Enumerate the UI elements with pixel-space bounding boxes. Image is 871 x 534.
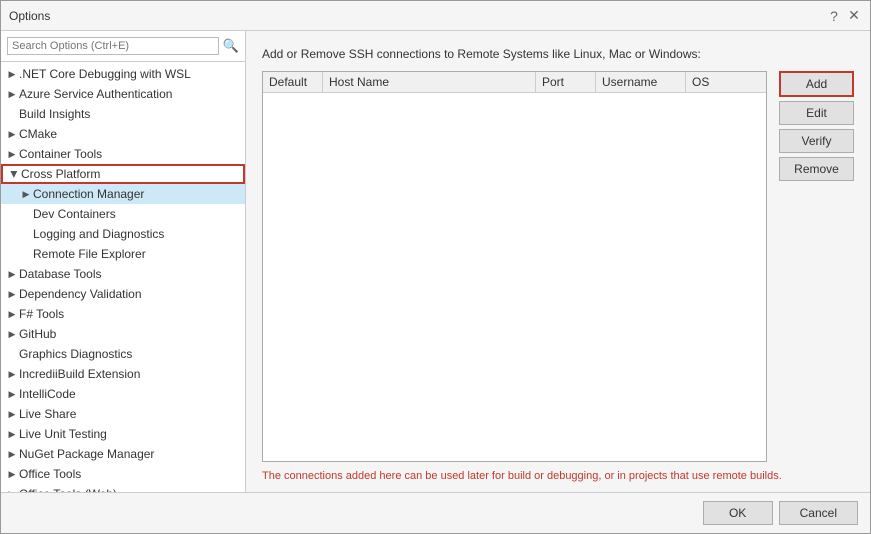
help-button[interactable]: ? xyxy=(826,8,842,24)
left-panel: 🔍 ▶ .NET Core Debugging with WSL ▶ Azure… xyxy=(1,31,246,492)
tree-item-label: Connection Manager xyxy=(33,187,144,201)
tree-item-fsharp[interactable]: ▶ F# Tools xyxy=(1,304,245,324)
chevron-icon: ▶ xyxy=(5,369,19,380)
chevron-icon: ▶ xyxy=(5,409,19,420)
right-panel: Add or Remove SSH connections to Remote … xyxy=(246,31,870,492)
content-area: Default Host Name Port Username OS Add E… xyxy=(262,71,854,462)
tree-item-remote-file[interactable]: ▶ Remote File Explorer xyxy=(1,244,245,264)
options-dialog: Options ? ✕ 🔍 ▶ .NET Core Debugging with… xyxy=(0,0,871,534)
chevron-icon: ▶ xyxy=(5,289,19,300)
title-bar: Options ? ✕ xyxy=(1,1,870,31)
tree-item-live-share[interactable]: ▶ Live Share xyxy=(1,404,245,424)
tree-item-label: Logging and Diagnostics xyxy=(33,227,164,241)
tree-item-label: IntelliCode xyxy=(19,387,76,401)
chevron-icon: ▶ xyxy=(5,449,19,460)
tree-item-label: Graphics Diagnostics xyxy=(19,347,132,361)
tree-item-label: CMake xyxy=(19,127,57,141)
chevron-icon: ▶ xyxy=(5,89,19,100)
chevron-icon: ▶ xyxy=(5,149,19,160)
chevron-icon: ▶ xyxy=(9,167,20,181)
col-os: OS xyxy=(686,72,766,92)
tree-item-logging[interactable]: ▶ Logging and Diagnostics xyxy=(1,224,245,244)
title-bar-buttons: ? ✕ xyxy=(826,8,862,24)
tree-item-database-tools[interactable]: ▶ Database Tools xyxy=(1,264,245,284)
tree-item-cmake[interactable]: ▶ CMake xyxy=(1,124,245,144)
tree-item-label: NuGet Package Manager xyxy=(19,447,154,461)
tree-item-label: Dev Containers xyxy=(33,207,116,221)
chevron-icon: ▶ xyxy=(5,69,19,80)
search-input[interactable] xyxy=(7,37,219,55)
tree-item-container-tools[interactable]: ▶ Container Tools xyxy=(1,144,245,164)
tree-item-build-insights[interactable]: ▶ Build Insights xyxy=(1,104,245,124)
ok-button[interactable]: OK xyxy=(703,501,773,525)
chevron-icon: ▶ xyxy=(5,429,19,440)
close-button[interactable]: ✕ xyxy=(846,8,862,24)
col-port: Port xyxy=(536,72,596,92)
tree-item-office-tools[interactable]: ▶ Office Tools xyxy=(1,464,245,484)
connections-table: Default Host Name Port Username OS xyxy=(262,71,767,462)
tree-item-label: Container Tools xyxy=(19,147,102,161)
tree-item-label: Database Tools xyxy=(19,267,102,281)
tree-item-label: GitHub xyxy=(19,327,56,341)
tree-item-office-tools-web[interactable]: ▶ Office Tools (Web) xyxy=(1,484,245,492)
tree-item-label: IncrediiBuild Extension xyxy=(19,367,140,381)
dialog-body: 🔍 ▶ .NET Core Debugging with WSL ▶ Azure… xyxy=(1,31,870,492)
tree-area: ▶ .NET Core Debugging with WSL ▶ Azure S… xyxy=(1,62,245,492)
dialog-title: Options xyxy=(9,9,50,23)
tree-item-incredibuild[interactable]: ▶ IncrediiBuild Extension xyxy=(1,364,245,384)
chevron-icon: ▶ xyxy=(19,189,33,200)
tree-item-cross-platform[interactable]: ▶ Cross Platform xyxy=(1,164,245,184)
tree-item-label: Live Unit Testing xyxy=(19,427,107,441)
description-text: Add or Remove SSH connections to Remote … xyxy=(262,47,854,61)
chevron-icon: ▶ xyxy=(5,269,19,280)
tree-item-nuget[interactable]: ▶ NuGet Package Manager xyxy=(1,444,245,464)
col-username: Username xyxy=(596,72,686,92)
tree-item-azure[interactable]: ▶ Azure Service Authentication xyxy=(1,84,245,104)
search-bar: 🔍 xyxy=(1,31,245,62)
tree-item-github[interactable]: ▶ GitHub xyxy=(1,324,245,344)
table-header: Default Host Name Port Username OS xyxy=(263,72,766,93)
tree-item-label: F# Tools xyxy=(19,307,64,321)
footer-info-text: The connections added here can be used l… xyxy=(262,470,854,482)
add-button[interactable]: Add xyxy=(779,71,854,97)
tree-item-label: Live Share xyxy=(19,407,76,421)
tree-item-label: Office Tools xyxy=(19,467,81,481)
tree-item-dependency-validation[interactable]: ▶ Dependency Validation xyxy=(1,284,245,304)
col-default: Default xyxy=(263,72,323,92)
tree-item-connection-manager[interactable]: ▶ Connection Manager xyxy=(1,184,245,204)
edit-button[interactable]: Edit xyxy=(779,101,854,125)
table-body xyxy=(263,93,766,461)
tree-item-dev-containers[interactable]: ▶ Dev Containers xyxy=(1,204,245,224)
action-buttons: Add Edit Verify Remove xyxy=(779,71,854,462)
tree-item-net-core[interactable]: ▶ .NET Core Debugging with WSL xyxy=(1,64,245,84)
tree-item-label: Azure Service Authentication xyxy=(19,87,172,101)
tree-item-graphics[interactable]: ▶ Graphics Diagnostics xyxy=(1,344,245,364)
chevron-icon: ▶ xyxy=(5,469,19,480)
tree-item-label: Build Insights xyxy=(19,107,90,121)
tree-item-label: Remote File Explorer xyxy=(33,247,146,261)
chevron-icon: ▶ xyxy=(5,329,19,340)
verify-button[interactable]: Verify xyxy=(779,129,854,153)
cancel-button[interactable]: Cancel xyxy=(779,501,858,525)
col-hostname: Host Name xyxy=(323,72,536,92)
chevron-icon: ▶ xyxy=(5,389,19,400)
chevron-icon: ▶ xyxy=(5,309,19,320)
dialog-footer: OK Cancel xyxy=(1,492,870,533)
tree-item-label: Dependency Validation xyxy=(19,287,142,301)
tree-item-label: .NET Core Debugging with WSL xyxy=(19,67,191,81)
tree-item-label: Cross Platform xyxy=(21,167,100,181)
tree-item-live-unit-testing[interactable]: ▶ Live Unit Testing xyxy=(1,424,245,444)
remove-button[interactable]: Remove xyxy=(779,157,854,181)
search-icon: 🔍 xyxy=(223,38,239,54)
chevron-icon: ▶ xyxy=(5,129,19,140)
tree-item-intellicode[interactable]: ▶ IntelliCode xyxy=(1,384,245,404)
